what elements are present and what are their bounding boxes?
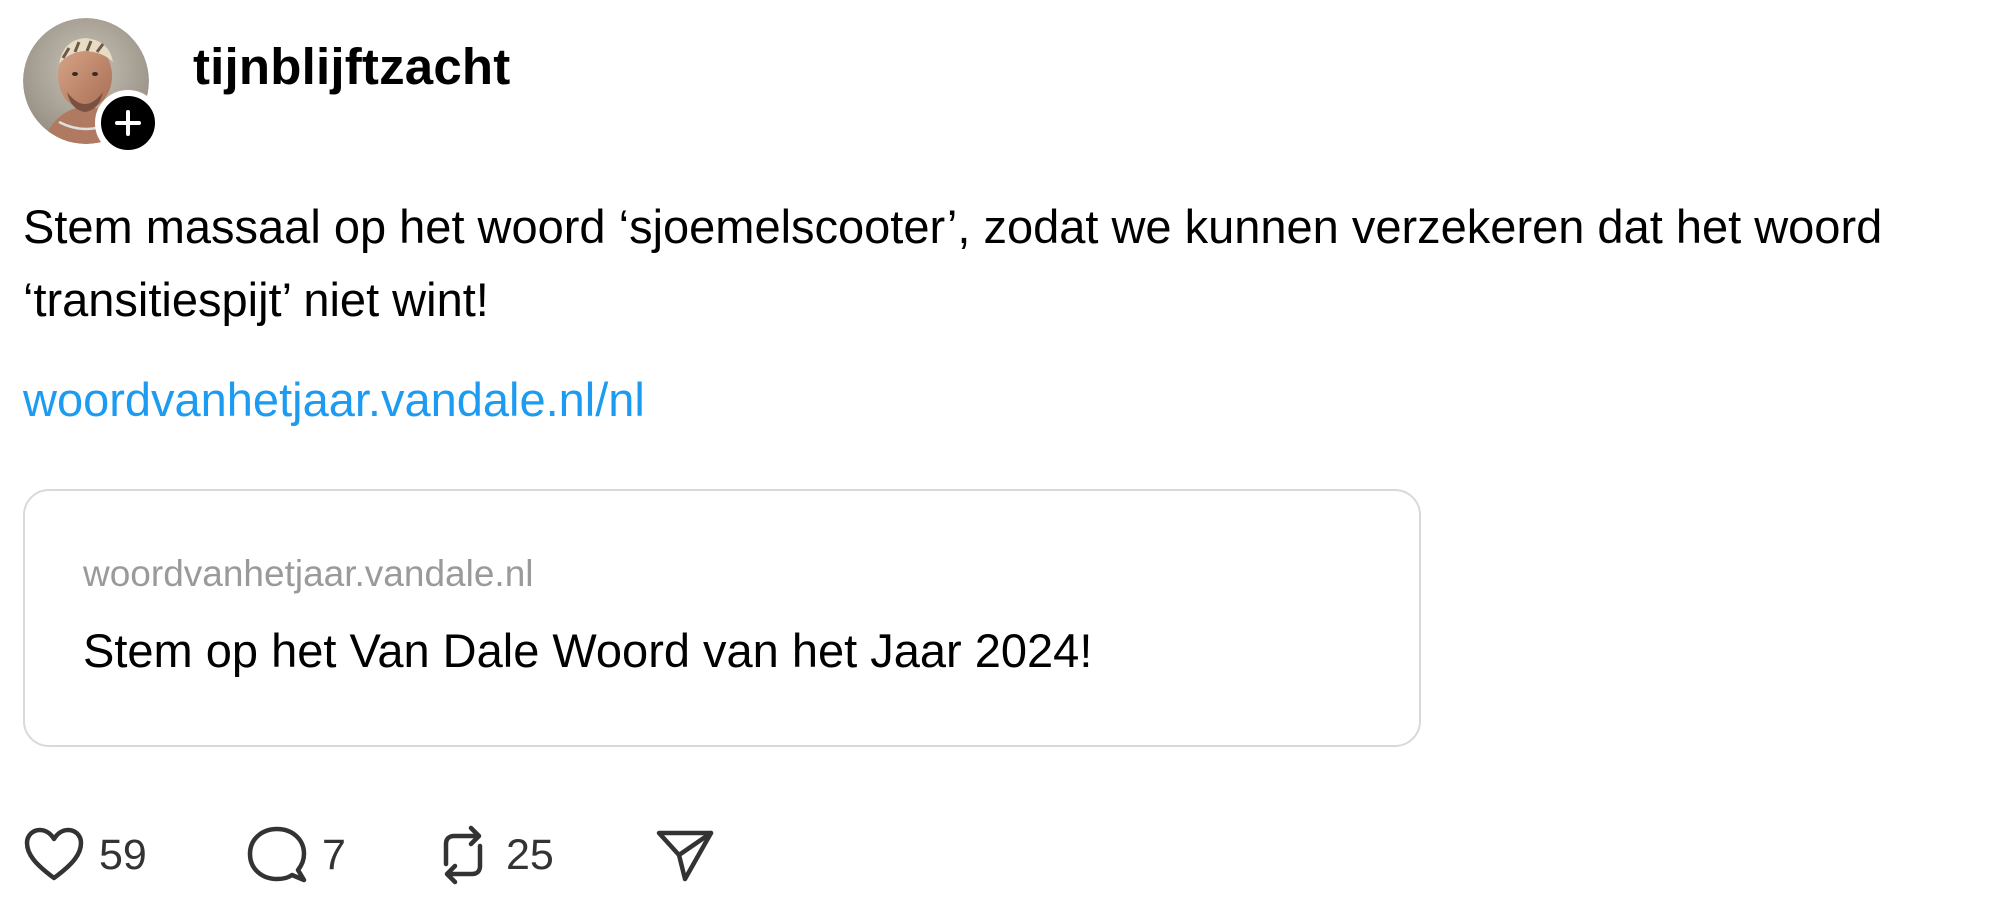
follow-button[interactable] [95, 90, 161, 156]
link-preview-title: Stem op het Van Dale Woord van het Jaar … [83, 624, 1093, 677]
action-bar: 59 7 25 [23, 822, 715, 888]
plus-icon [115, 110, 141, 136]
post: tijnblijftzacht Stem massaal op het woor… [23, 18, 1983, 747]
avatar-wrapper [23, 18, 161, 156]
repost-count: 25 [506, 830, 554, 879]
speech-bubble-icon [247, 826, 307, 883]
username[interactable]: tijnblijftzacht [193, 37, 510, 96]
repost-button[interactable]: 25 [434, 824, 655, 886]
reply-button[interactable]: 7 [246, 824, 434, 886]
like-button[interactable]: 59 [23, 826, 246, 884]
repost-icon [443, 825, 483, 885]
paper-plane-icon [656, 830, 714, 882]
post-header: tijnblijftzacht [23, 18, 1983, 156]
post-text: Stem massaal op het woord ‘sjoemelscoote… [23, 200, 1883, 326]
heart-icon [24, 827, 84, 881]
like-count: 59 [99, 830, 147, 879]
post-link[interactable]: woordvanhetjaar.vandale.nl/nl [23, 372, 645, 427]
share-button[interactable] [655, 827, 715, 883]
link-preview-domain: woordvanhetjaar.vandale.nl [83, 553, 534, 594]
reply-count: 7 [322, 830, 346, 879]
link-preview-card[interactable]: woordvanhetjaar.vandale.nl Stem op het V… [23, 489, 1421, 747]
